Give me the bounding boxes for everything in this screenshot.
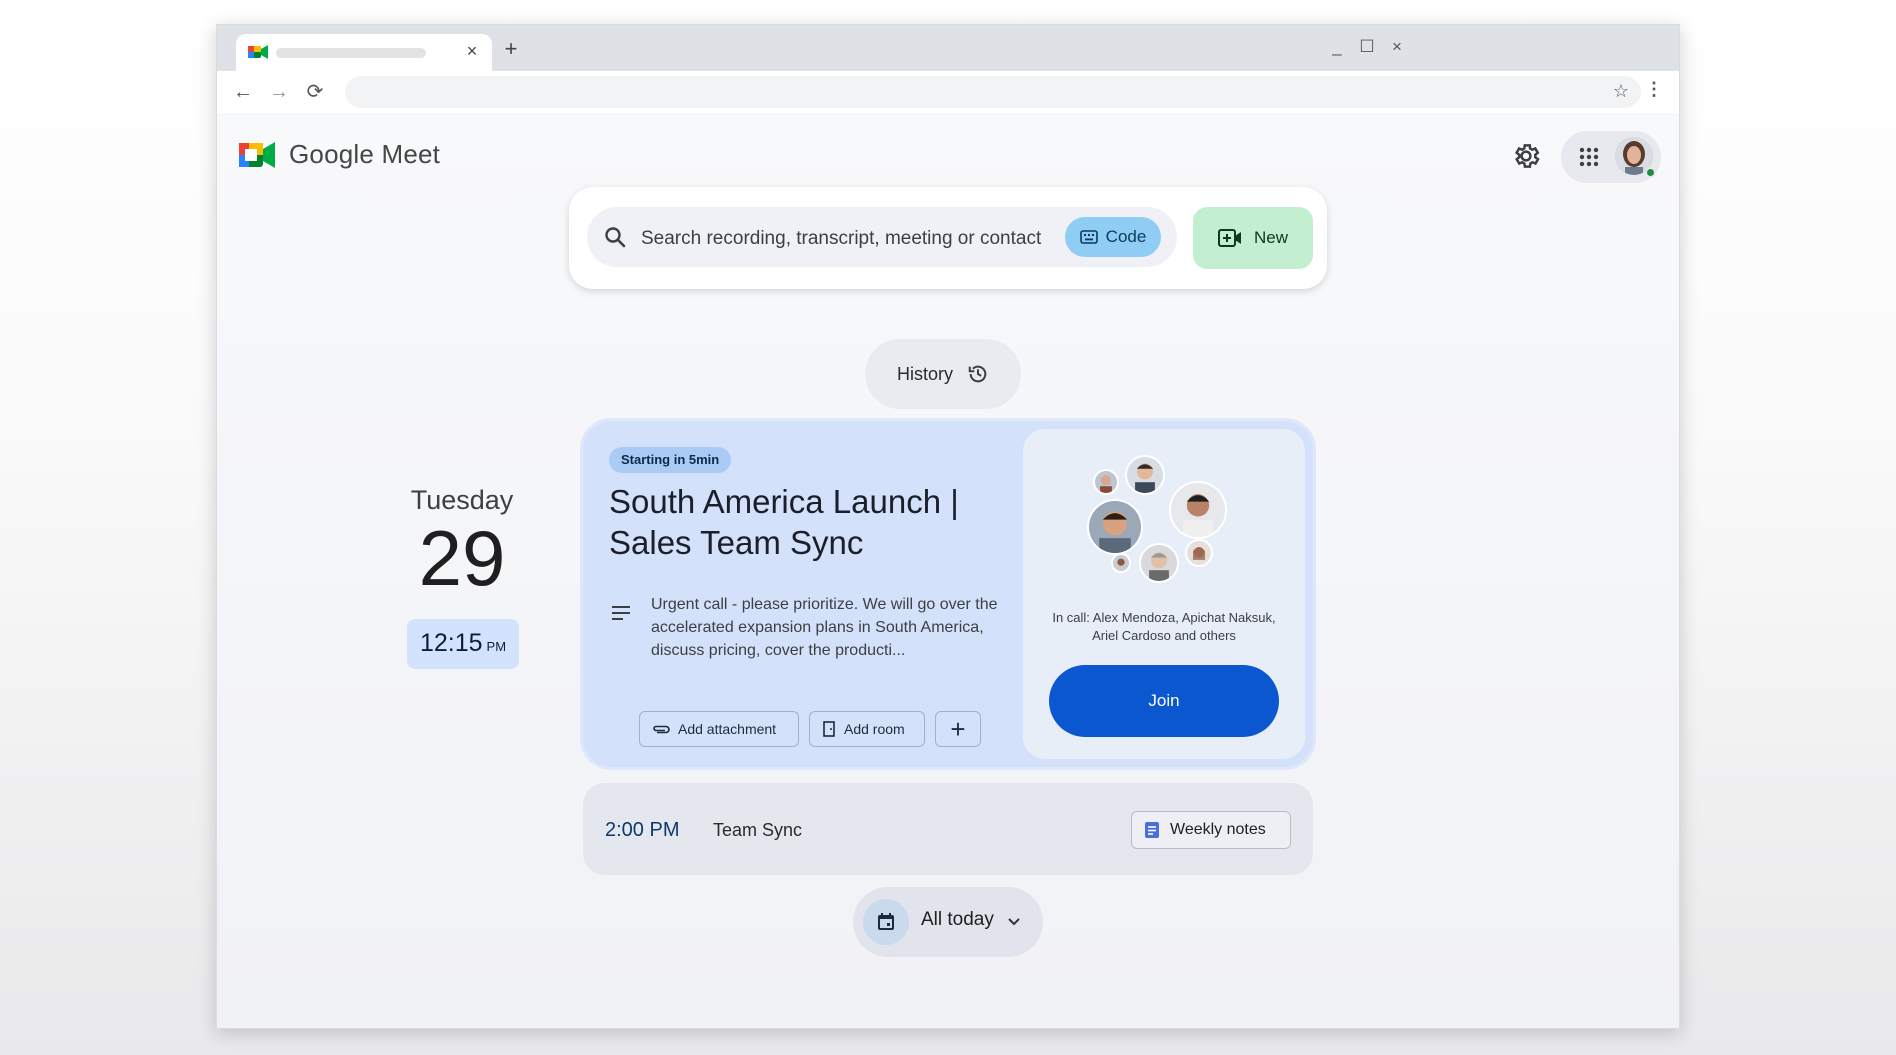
add-more-button[interactable]: + (935, 711, 981, 747)
browser-window: × + _ ☐ × ← → ⟳ ☆ ⋮ Google Meet Search r… (216, 24, 1680, 1029)
meet-page: Google Meet Search recording, transcript… (217, 113, 1679, 1028)
bookmark-star-icon[interactable]: ☆ (1613, 81, 1629, 102)
all-today-label: All today (921, 909, 994, 930)
join-button-label: Join (1148, 691, 1180, 710)
app-name: Google Meet (289, 139, 441, 169)
chevron-down-icon (1008, 918, 1020, 926)
time-ampm: PM (486, 639, 507, 654)
account-area (1561, 131, 1661, 183)
calendar-icon (878, 913, 894, 930)
tab-close-icon[interactable]: × (462, 41, 482, 62)
search-card: Search recording, transcript, meeting or… (569, 187, 1327, 289)
participants-avatars (1087, 455, 1247, 595)
time-value: 12:15 (419, 629, 483, 657)
in-call-participants: In call: Alex Mendoza, Apichat Naksuk, A… (1052, 610, 1276, 643)
back-icon[interactable]: ← (231, 81, 255, 103)
meet-favicon-icon (248, 45, 268, 59)
docs-icon (1145, 822, 1159, 838)
call-panel: In call: Alex Mendoza, Apichat Naksuk, A… (1023, 429, 1305, 759)
current-time: 12:15 PM (407, 619, 519, 669)
code-button[interactable]: Code (1065, 217, 1161, 257)
calendar-icon-wrap (863, 899, 909, 945)
description-icon (612, 606, 630, 620)
room-icon (823, 721, 835, 737)
url-input[interactable]: ☆ (345, 76, 1641, 108)
participant-avatar (1093, 469, 1119, 495)
date-display: Tuesday 29 (407, 485, 517, 600)
add-attachment-button[interactable]: Add attachment (639, 711, 799, 747)
day-name: Tuesday (410, 485, 514, 515)
video-add-icon (1217, 229, 1241, 247)
tab-title-placeholder (276, 48, 426, 58)
add-room-button[interactable]: Add room (809, 711, 925, 747)
tab-strip: × + _ ☐ × (217, 25, 1679, 71)
app-logo[interactable]: Google Meet (239, 139, 440, 170)
participant-avatar (1125, 455, 1165, 495)
plus-icon: + (950, 713, 966, 744)
next-meeting-card[interactable]: 2:00 PM Team Sync Weekly notes (583, 783, 1313, 875)
gear-icon[interactable] (1511, 141, 1541, 171)
participant-avatar (1169, 481, 1227, 539)
all-today-dropdown[interactable]: All today (853, 887, 1043, 957)
meeting-title[interactable]: South America Launch | Sales Team Sync (609, 481, 1009, 563)
participant-avatar (1087, 499, 1143, 555)
add-room-label: Add room (844, 721, 905, 737)
new-button-label: New (1253, 228, 1288, 247)
participant-avatar (1111, 553, 1131, 573)
status-badge: Starting in 5min (609, 447, 732, 473)
history-button[interactable]: History (865, 339, 1021, 409)
weekly-notes-label: Weekly notes (1170, 821, 1266, 838)
participant-avatar (1139, 543, 1179, 583)
next-meeting-title: Team Sync (713, 820, 803, 840)
code-button-label: Code (1105, 227, 1147, 246)
new-meeting-button[interactable]: New (1193, 207, 1313, 269)
search-input[interactable]: Search recording, transcript, meeting or… (587, 207, 1177, 267)
apps-grid-icon[interactable] (1579, 147, 1599, 167)
reload-icon[interactable]: ⟳ (303, 81, 327, 103)
new-tab-button[interactable]: + (501, 38, 521, 60)
maximize-icon[interactable]: ☐ (1357, 38, 1377, 56)
next-meeting-time: 2:00 PM (605, 819, 680, 841)
forward-icon[interactable]: → (267, 81, 291, 103)
search-icon (605, 227, 626, 248)
minimize-icon[interactable]: _ (1327, 38, 1347, 56)
close-window-icon[interactable]: × (1387, 38, 1407, 56)
online-status-dot (1645, 167, 1656, 178)
keyboard-icon (1079, 230, 1098, 244)
upcoming-meeting-card: Starting in 5min South America Launch | … (583, 421, 1313, 767)
day-number: 29 (418, 514, 506, 602)
join-button[interactable]: Join (1049, 665, 1279, 737)
participant-avatar (1185, 539, 1213, 567)
history-icon (968, 365, 987, 383)
search-placeholder: Search recording, transcript, meeting or… (641, 228, 1042, 249)
meet-logo-icon (239, 141, 275, 168)
weekly-notes-button[interactable]: Weekly notes (1131, 811, 1291, 849)
browser-menu-icon[interactable]: ⋮ (1645, 79, 1663, 99)
meeting-description: Urgent call - please prioritize. We will… (651, 596, 998, 659)
browser-tab[interactable]: × (236, 34, 492, 71)
address-bar: ← → ⟳ ☆ ⋮ (217, 71, 1679, 113)
attachment-icon (653, 725, 670, 734)
add-attachment-label: Add attachment (678, 721, 777, 737)
history-label: History (896, 363, 953, 384)
